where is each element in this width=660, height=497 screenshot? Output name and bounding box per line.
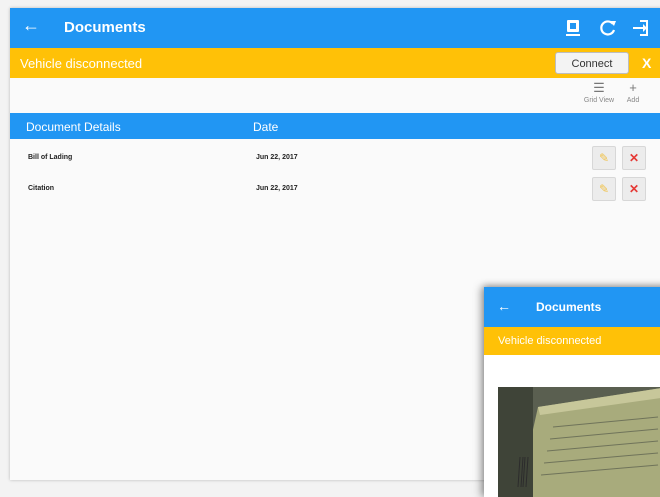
connection-banner: Vehicle disconnected Connect X xyxy=(10,48,660,78)
banner-text: Vehicle disconnected xyxy=(20,56,143,71)
overlay-title: Documents xyxy=(536,300,602,314)
document-name: Bill of Lading xyxy=(28,154,73,161)
table-header: Document Details Date xyxy=(10,113,660,139)
delete-button[interactable]: ✕ xyxy=(622,177,646,201)
document-preview-overlay: ← Documents Vehicle disconnected xyxy=(484,287,660,497)
edit-button[interactable]: ✎ xyxy=(592,146,616,170)
document-name: Citation xyxy=(28,185,55,192)
delete-button[interactable]: ✕ xyxy=(622,146,646,170)
document-date: Jun 22, 2017 xyxy=(256,154,298,161)
column-header-document: Document Details xyxy=(26,120,121,134)
device-icon[interactable] xyxy=(560,15,586,41)
pencil-icon: ✎ xyxy=(598,151,610,165)
overlay-banner: Vehicle disconnected xyxy=(484,327,660,355)
grid-view-button[interactable]: ☰ Grid View xyxy=(582,80,616,104)
app-bar: ← Documents xyxy=(10,8,660,48)
add-label: Add xyxy=(626,97,640,104)
grid-view-icon: ☰ xyxy=(593,80,605,95)
overlay-back-arrow-icon[interactable]: ← xyxy=(497,298,511,314)
connect-button[interactable]: Connect xyxy=(555,52,629,74)
overlay-app-bar: ← Documents xyxy=(484,287,660,327)
edit-button[interactable]: ✎ xyxy=(592,177,616,201)
column-header-date: Date xyxy=(253,120,279,134)
refresh-icon[interactable] xyxy=(595,15,621,41)
document-date: Jun 22, 2017 xyxy=(256,185,298,192)
overlay-banner-text: Vehicle disconnected xyxy=(498,335,602,347)
table-row[interactable]: Bill of Lading Jun 22, 2017 ✎ ✕ xyxy=(10,144,660,172)
delete-icon: ✕ xyxy=(628,151,640,165)
close-banner-button[interactable]: X xyxy=(642,55,651,71)
pencil-icon: ✎ xyxy=(598,182,610,196)
logout-icon[interactable] xyxy=(628,15,654,41)
table-row[interactable]: Citation Jun 22, 2017 ✎ ✕ xyxy=(10,175,660,203)
view-toolbar: ☰ Grid View + Add xyxy=(10,78,660,112)
page-title: Documents xyxy=(64,19,146,36)
delete-icon: ✕ xyxy=(628,182,640,196)
document-photo xyxy=(498,387,660,497)
add-button[interactable]: + Add xyxy=(622,80,644,104)
grid-view-label: Grid View xyxy=(583,97,615,104)
back-arrow-icon[interactable]: ← xyxy=(22,15,40,36)
add-icon: + xyxy=(629,80,637,95)
